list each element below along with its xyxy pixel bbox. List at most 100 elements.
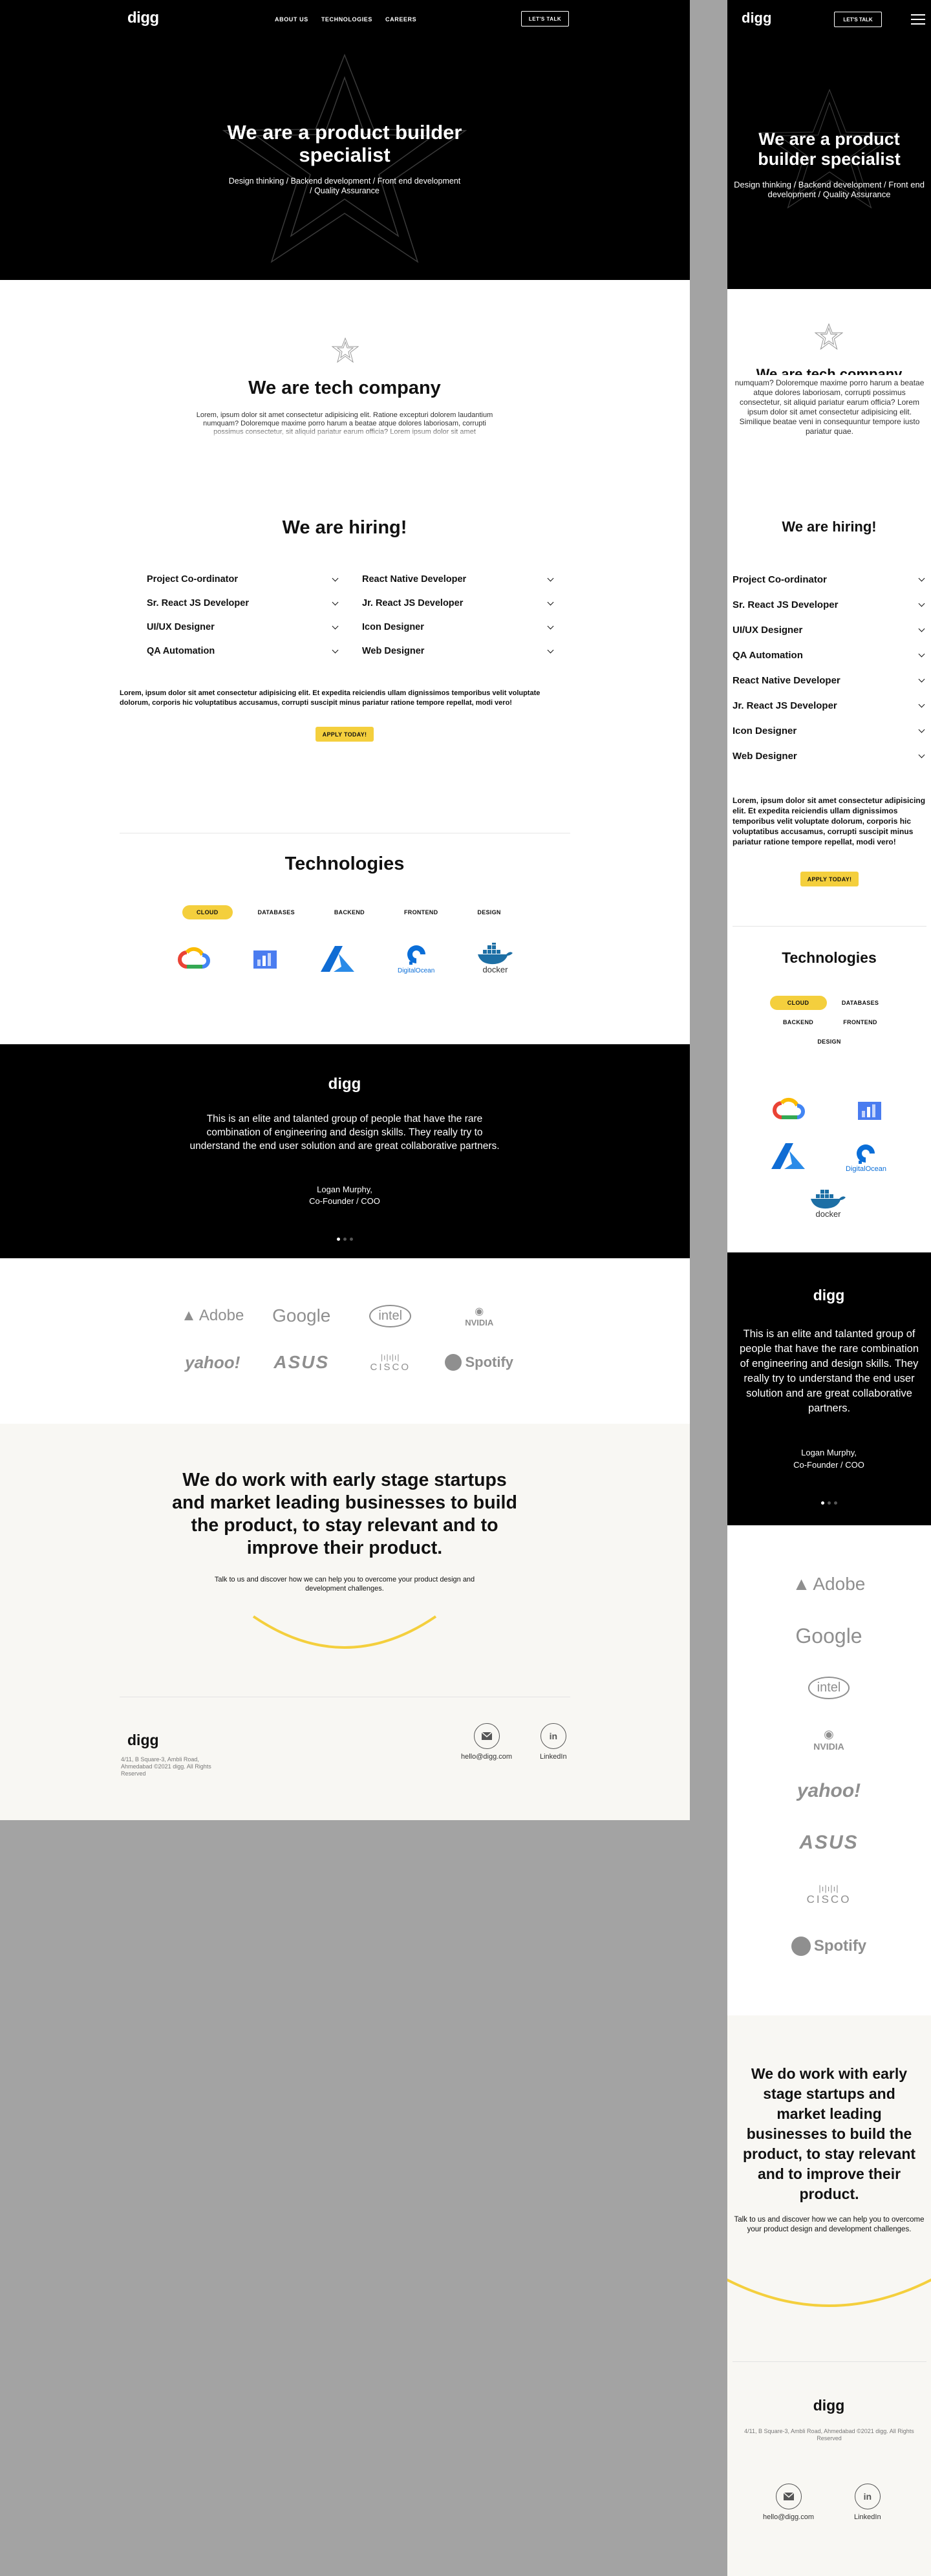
job-item[interactable]: Jr. React JS Developer <box>733 699 926 712</box>
testimonial-quote: This is an elite and talanted group of p… <box>189 1113 500 1152</box>
job-title: Sr. React JS Developer <box>147 598 249 608</box>
footer-email-label: hello@digg.com <box>763 2513 815 2521</box>
apply-button[interactable]: APPLY TODAY! <box>316 727 374 742</box>
hero-title: We are a product builder specialist <box>227 121 462 166</box>
brand-cisco: |ı|ı|ı| CISCO <box>370 1352 411 1373</box>
job-item[interactable]: Project Co-ordinator <box>147 573 341 586</box>
nav-careers[interactable]: CAREERS <box>385 16 416 23</box>
chevron-down-icon <box>918 726 925 733</box>
lets-talk-button[interactable]: LET'S TALK <box>521 11 569 27</box>
testimonial-quote: This is an elite and talanted group of p… <box>739 1328 919 1414</box>
tab-databases[interactable]: DATABASES <box>244 905 309 919</box>
logo[interactable]: digg <box>742 10 771 27</box>
carousel-dot[interactable] <box>827 1501 831 1505</box>
main-nav: ABOUT US TECHNOLOGIES CAREERS <box>275 16 416 23</box>
brand-cisco: |ı|ı|ı| CISCO <box>806 1883 851 1905</box>
job-title: UI/UX Designer <box>147 622 215 632</box>
job-list: Project Co-ordinator React Native Develo… <box>147 573 554 658</box>
chevron-down-icon <box>918 625 925 632</box>
job-item[interactable]: Web Designer <box>362 645 556 658</box>
job-item[interactable]: Icon Designer <box>362 621 556 634</box>
job-title: Jr. React JS Developer <box>362 598 464 608</box>
technology-tabs: CLOUD DATABASES BACKEND FRONTEND DESIGN <box>182 905 515 919</box>
carousel-dot[interactable] <box>820 1501 824 1505</box>
job-title: QA Automation <box>147 646 215 656</box>
job-title: Jr. React JS Developer <box>733 700 837 711</box>
smile-arc-decoration <box>252 1615 437 1649</box>
chevron-down-icon <box>332 623 339 629</box>
author-role: Co-Founder / COO <box>309 1196 380 1206</box>
digitalocean-label: DigitalOcean <box>398 967 435 974</box>
divider <box>733 926 926 927</box>
footer-address: 4/11, B Square-3, Ambli Road, Ahmedabad … <box>744 2428 914 2442</box>
docker-icon <box>811 1190 846 1209</box>
footer-linkedin-label: LinkedIn <box>854 2513 881 2521</box>
cta-subtitle: Talk to us and discover how we can help … <box>214 1576 475 1593</box>
footer-logo[interactable]: digg <box>127 1732 159 1749</box>
about-title: We are tech company <box>756 366 903 375</box>
hero-subtitle: Design thinking / Backend development / … <box>734 180 925 199</box>
tab-design[interactable]: DESIGN <box>463 905 515 919</box>
carousel-dot[interactable] <box>343 1238 347 1241</box>
job-item[interactable]: Icon Designer <box>733 724 926 737</box>
technology-logos: DigitalOcean docker <box>178 943 514 974</box>
footer-email[interactable]: hello@digg.com <box>461 1723 512 1761</box>
chevron-down-icon <box>547 623 554 629</box>
job-item[interactable]: Jr. React JS Developer <box>362 597 556 610</box>
job-item[interactable]: Web Designer <box>733 749 926 762</box>
brand-asus: ASUS <box>273 1352 330 1372</box>
chevron-down-icon <box>918 701 925 707</box>
brand-nvidia: ◉ NVIDIA <box>813 1727 844 1752</box>
carousel-dots <box>312 1238 377 1241</box>
azure-icon <box>771 1143 805 1169</box>
technologies-title: Technologies <box>284 853 405 874</box>
tab-backend[interactable]: BACKEND <box>320 905 379 919</box>
job-item[interactable]: UI/UX Designer <box>147 621 341 634</box>
job-item[interactable]: QA Automation <box>147 645 341 658</box>
tab-databases[interactable]: DATABASES <box>832 996 889 1010</box>
tab-backend[interactable]: BACKEND <box>770 1015 827 1029</box>
job-item[interactable]: Sr. React JS Developer <box>733 598 926 611</box>
linkedin-icon: in <box>854 2484 881 2509</box>
google-cloud-icon <box>773 1097 805 1119</box>
logo[interactable]: digg <box>127 9 159 27</box>
apply-button[interactable]: APPLY TODAY! <box>800 872 859 886</box>
footer-linkedin[interactable]: in LinkedIn <box>854 2484 881 2521</box>
footer-linkedin[interactable]: in LinkedIn <box>540 1723 567 1761</box>
job-title: Icon Designer <box>362 622 424 632</box>
cta-title: We do work with early stage startups and… <box>172 1470 517 1558</box>
job-title: Project Co-ordinator <box>147 574 238 585</box>
hamburger-menu-icon[interactable] <box>911 14 925 28</box>
carousel-dot[interactable] <box>336 1238 340 1241</box>
footer-email-label: hello@digg.com <box>461 1753 513 1761</box>
footer-logo[interactable]: digg <box>797 2397 861 2414</box>
tab-cloud[interactable]: CLOUD <box>182 905 233 919</box>
tab-frontend[interactable]: FRONTEND <box>832 1015 889 1029</box>
footer-email[interactable]: hello@digg.com <box>763 2484 814 2521</box>
tab-cloud[interactable]: CLOUD <box>769 996 827 1010</box>
job-item[interactable]: React Native Developer <box>362 573 556 586</box>
tab-frontend[interactable]: FRONTEND <box>390 905 452 919</box>
chevron-down-icon <box>918 600 925 606</box>
brand-yahoo: yahoo! <box>185 1352 241 1372</box>
chevron-down-icon <box>332 599 339 605</box>
carousel-dot[interactable] <box>349 1238 353 1241</box>
mail-icon <box>473 1723 500 1749</box>
job-item[interactable]: Project Co-ordinator <box>733 573 926 586</box>
nav-technologies[interactable]: TECHNOLOGIES <box>321 16 372 23</box>
lets-talk-button[interactable]: LET'S TALK <box>834 12 882 27</box>
carousel-dot[interactable] <box>833 1501 837 1505</box>
testimonial-section: digg This is an elite and talanted group… <box>727 1252 931 1525</box>
job-item[interactable]: QA Automation <box>733 649 926 661</box>
digitalocean-label: DigitalOcean <box>846 1165 886 1173</box>
job-item[interactable]: UI/UX Designer <box>733 623 926 636</box>
google-analytics-icon <box>858 1102 881 1120</box>
chevron-down-icon <box>918 676 925 682</box>
tab-design[interactable]: DESIGN <box>801 1035 858 1049</box>
job-item[interactable]: Sr. React JS Developer <box>147 597 341 610</box>
job-item[interactable]: React Native Developer <box>733 674 926 687</box>
azure-icon <box>321 945 355 972</box>
nav-about[interactable]: ABOUT US <box>275 16 308 23</box>
hiring-title: We are hiring! <box>782 519 877 535</box>
about-text: numquam? Doloremque maxime porro harum a… <box>734 378 925 436</box>
